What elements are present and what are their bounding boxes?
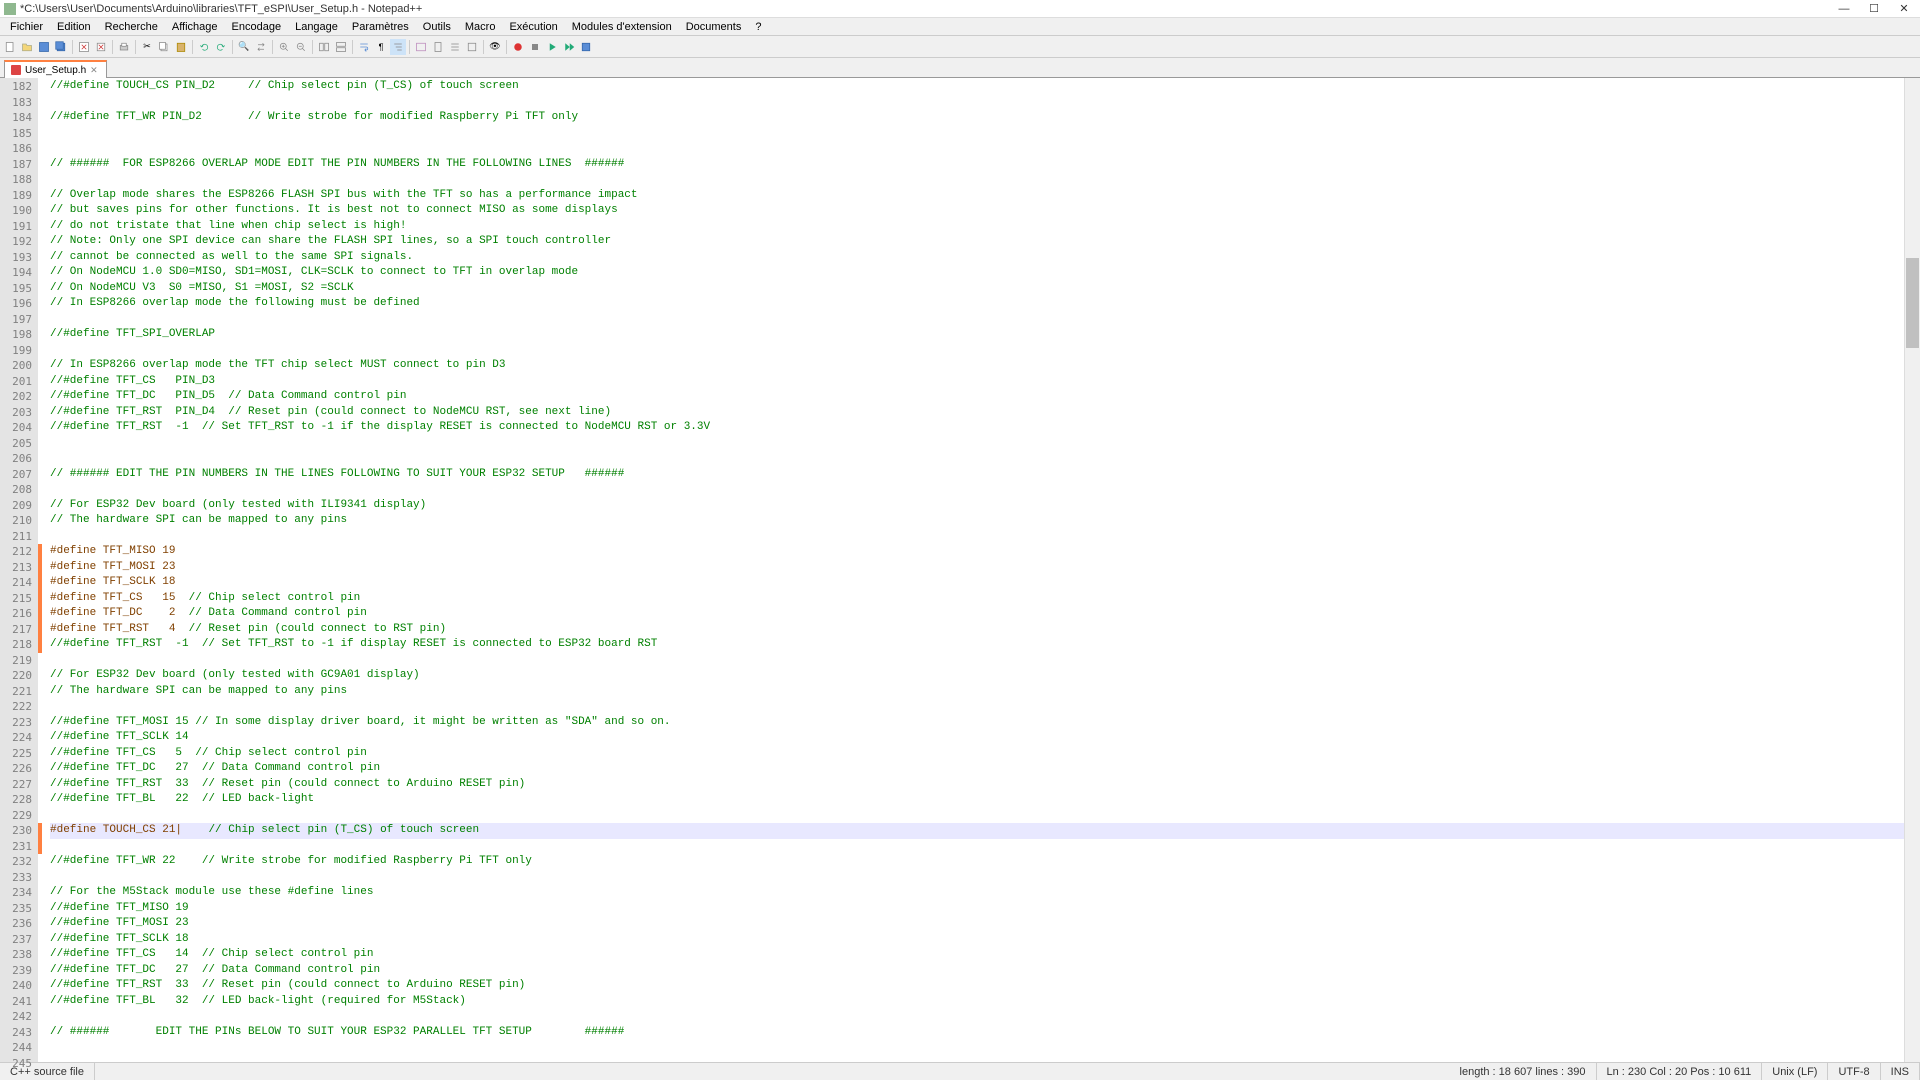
close-file-icon[interactable] bbox=[76, 39, 92, 55]
open-file-icon[interactable] bbox=[19, 39, 35, 55]
menu-modules d'extension[interactable]: Modules d'extension bbox=[566, 20, 678, 34]
file-modified-icon bbox=[11, 65, 21, 75]
paste-icon[interactable] bbox=[173, 39, 189, 55]
close-button[interactable]: ✕ bbox=[1898, 3, 1910, 15]
play-macro-icon[interactable] bbox=[544, 39, 560, 55]
cut-icon[interactable]: ✂ bbox=[139, 39, 155, 55]
play-multi-icon[interactable] bbox=[561, 39, 577, 55]
menu-encodage[interactable]: Encodage bbox=[226, 20, 288, 34]
close-all-icon[interactable] bbox=[93, 39, 109, 55]
find-icon[interactable]: 🔍 bbox=[236, 39, 252, 55]
redo-icon[interactable] bbox=[213, 39, 229, 55]
change-marker-column bbox=[38, 78, 46, 1062]
title-bar: *C:\Users\User\Documents\Arduino\librari… bbox=[0, 0, 1920, 18]
status-length: length : 18 607 lines : 390 bbox=[1450, 1063, 1597, 1080]
maximize-button[interactable]: ☐ bbox=[1868, 3, 1880, 15]
zoom-in-icon[interactable] bbox=[276, 39, 292, 55]
tab-user-setup[interactable]: User_Setup.h ✕ bbox=[4, 60, 107, 78]
tab-close-icon[interactable]: ✕ bbox=[90, 65, 100, 75]
monitoring-icon[interactable]: 👁 bbox=[487, 39, 503, 55]
minimize-button[interactable]: — bbox=[1838, 3, 1850, 15]
menu-edition[interactable]: Edition bbox=[51, 20, 97, 34]
status-ins: INS bbox=[1881, 1063, 1920, 1080]
line-number-gutter: 1821831841851861871881891901911921931941… bbox=[0, 78, 38, 1062]
undo-icon[interactable] bbox=[196, 39, 212, 55]
indent-guide-icon[interactable] bbox=[390, 39, 406, 55]
status-bar: C++ source file length : 18 607 lines : … bbox=[0, 1062, 1920, 1080]
editor[interactable]: 1821831841851861871881891901911921931941… bbox=[0, 78, 1920, 1062]
save-macro-icon[interactable] bbox=[578, 39, 594, 55]
status-encoding: UTF-8 bbox=[1828, 1063, 1880, 1080]
zoom-out-icon[interactable] bbox=[293, 39, 309, 55]
menu-fichier[interactable]: Fichier bbox=[4, 20, 49, 34]
toolbar: ✂ 🔍 ¶ 👁 bbox=[0, 36, 1920, 58]
app-icon bbox=[4, 3, 16, 15]
menu-?[interactable]: ? bbox=[749, 20, 767, 34]
doc-map-icon[interactable] bbox=[430, 39, 446, 55]
menu-documents[interactable]: Documents bbox=[680, 20, 748, 34]
tab-label: User_Setup.h bbox=[25, 65, 86, 76]
menu-outils[interactable]: Outils bbox=[417, 20, 457, 34]
stop-macro-icon[interactable] bbox=[527, 39, 543, 55]
sync-h-icon[interactable] bbox=[333, 39, 349, 55]
vertical-scrollbar[interactable] bbox=[1904, 78, 1920, 1062]
wordwrap-icon[interactable] bbox=[356, 39, 372, 55]
replace-icon[interactable] bbox=[253, 39, 269, 55]
code-text-area[interactable]: //#define TOUCH_CS PIN_D2 // Chip select… bbox=[46, 78, 1920, 1062]
menu-bar: FichierEditionRechercheAffichageEncodage… bbox=[0, 18, 1920, 36]
menu-paramètres[interactable]: Paramètres bbox=[346, 20, 415, 34]
copy-icon[interactable] bbox=[156, 39, 172, 55]
status-position: Ln : 230 Col : 20 Pos : 10 611 bbox=[1597, 1063, 1763, 1080]
show-all-chars-icon[interactable]: ¶ bbox=[373, 39, 389, 55]
doc-list-icon[interactable] bbox=[464, 39, 480, 55]
scrollbar-thumb[interactable] bbox=[1906, 258, 1919, 348]
menu-recherche[interactable]: Recherche bbox=[99, 20, 164, 34]
print-icon[interactable] bbox=[116, 39, 132, 55]
menu-macro[interactable]: Macro bbox=[459, 20, 502, 34]
save-all-icon[interactable] bbox=[53, 39, 69, 55]
status-eol: Unix (LF) bbox=[1762, 1063, 1828, 1080]
function-list-icon[interactable] bbox=[447, 39, 463, 55]
menu-affichage[interactable]: Affichage bbox=[166, 20, 224, 34]
save-icon[interactable] bbox=[36, 39, 52, 55]
folder-as-workspace-icon[interactable] bbox=[413, 39, 429, 55]
record-macro-icon[interactable] bbox=[510, 39, 526, 55]
tab-bar: User_Setup.h ✕ bbox=[0, 58, 1920, 78]
menu-exécution[interactable]: Exécution bbox=[503, 20, 563, 34]
menu-langage[interactable]: Langage bbox=[289, 20, 344, 34]
new-file-icon[interactable] bbox=[2, 39, 18, 55]
sync-v-icon[interactable] bbox=[316, 39, 332, 55]
window-title: *C:\Users\User\Documents\Arduino\librari… bbox=[20, 3, 422, 15]
